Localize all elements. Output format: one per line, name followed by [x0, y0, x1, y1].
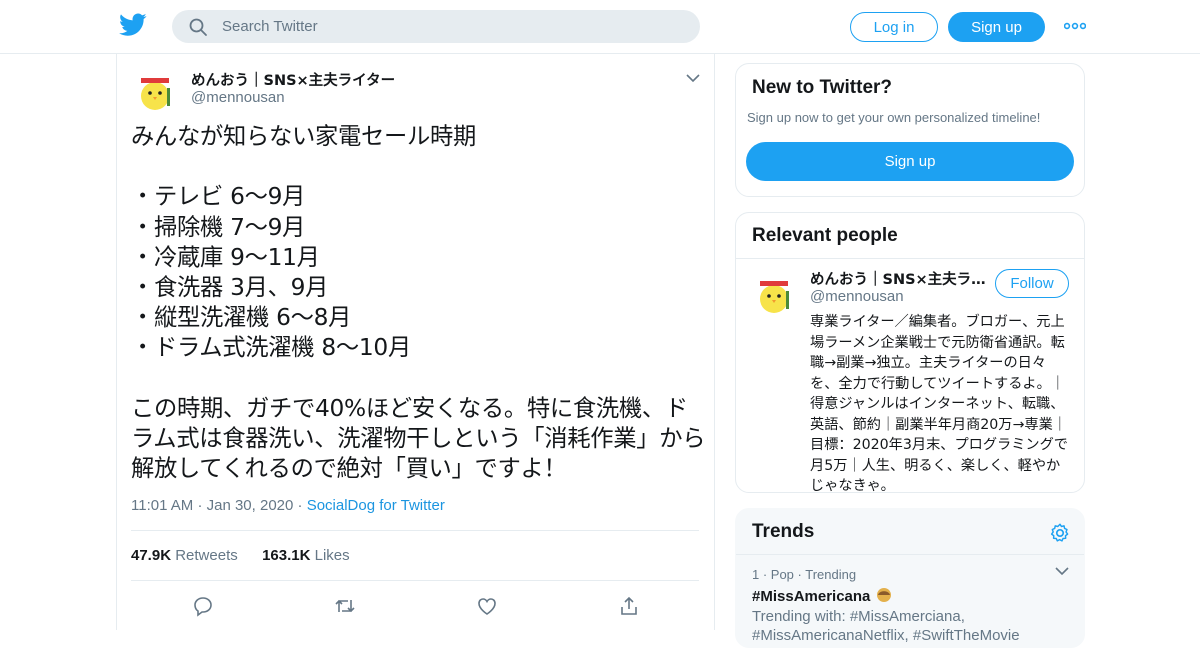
signup-button[interactable]: Sign up	[746, 142, 1074, 181]
person-name[interactable]: めんおう｜SNS×主夫ライター	[810, 268, 988, 289]
chevron-down-icon[interactable]	[685, 72, 701, 84]
avatar[interactable]	[750, 269, 798, 317]
person-handle[interactable]: @mennousan	[810, 288, 904, 305]
trend-meta: 1 · Pop · Trending	[752, 567, 857, 582]
chevron-down-icon[interactable]	[1054, 565, 1070, 577]
search-input[interactable]	[222, 18, 662, 35]
signup-button[interactable]: Sign up	[948, 12, 1045, 42]
share-icon[interactable]	[617, 594, 641, 618]
card-title: New to Twitter?	[752, 77, 893, 98]
trend-related: Trending with: #MissAmerciana,	[752, 608, 965, 625]
avatar[interactable]	[131, 66, 179, 114]
new-to-twitter-card: New to Twitter? Sign up now to get your …	[735, 63, 1085, 197]
trends-card: Trends 1 · Pop · Trending #MissAmericana…	[735, 508, 1085, 648]
retweet-icon[interactable]	[333, 594, 357, 618]
divider	[131, 580, 699, 581]
more-dots-icon[interactable]	[1064, 18, 1086, 34]
divider	[736, 554, 1084, 555]
tweet-time[interactable]: 11:01 AM	[131, 497, 193, 514]
tweet-date[interactable]: Jan 30, 2020	[207, 497, 294, 514]
tweet-meta: 11:01 AM · Jan 30, 2020 · SocialDog for …	[131, 497, 445, 514]
gear-icon[interactable]	[1049, 522, 1071, 544]
card-subtitle: Sign up now to get your own personalized…	[747, 110, 1041, 125]
chick-avatar-icon	[131, 66, 179, 114]
author-name[interactable]: めんおう｜SNS×主夫ライター	[191, 69, 395, 90]
search-box[interactable]	[172, 10, 700, 43]
like-icon[interactable]	[475, 594, 499, 618]
person-bio: 専業ライター／編集者。ブロガー、元上場ラーメン企業戦士で元防衛省通訳。転職→副業…	[810, 314, 1068, 493]
tweet-text: みんなが知らない家電セール時期 ・テレビ 6～9月 ・掃除機 7～9月 ・冷蔵庫…	[131, 123, 706, 483]
divider	[131, 530, 699, 531]
search-icon	[189, 18, 207, 36]
reply-icon[interactable]	[191, 594, 215, 618]
follow-button[interactable]: Follow	[995, 269, 1069, 298]
chick-avatar-icon	[750, 269, 798, 317]
card-title: Trends	[752, 521, 815, 542]
tweet-detail: めんおう｜SNS×主夫ライター @mennousan みんなが知らない家電セール…	[116, 54, 715, 630]
author-handle[interactable]: @mennousan	[191, 89, 285, 106]
tweet-stats: 47.9K Retweets 163.1K Likes	[131, 547, 350, 564]
login-button[interactable]: Log in	[850, 12, 938, 42]
hashtag-emoji-icon	[876, 588, 891, 602]
likes-stat[interactable]: 163.1K Likes	[262, 547, 350, 564]
retweets-stat[interactable]: 47.9K Retweets	[131, 547, 242, 564]
divider	[736, 258, 1084, 259]
tweet-actions	[117, 594, 716, 618]
relevant-people-card: Relevant people めんおう｜SNS×主夫ライター @mennous…	[735, 212, 1085, 493]
trend-hashtag[interactable]: #MissAmericana	[752, 586, 893, 605]
card-title: Relevant people	[752, 225, 898, 246]
top-navigation-bar: Log in Sign up	[0, 0, 1200, 54]
tweet-source-link[interactable]: SocialDog for Twitter	[307, 497, 445, 514]
twitter-bird-icon[interactable]	[119, 13, 147, 37]
